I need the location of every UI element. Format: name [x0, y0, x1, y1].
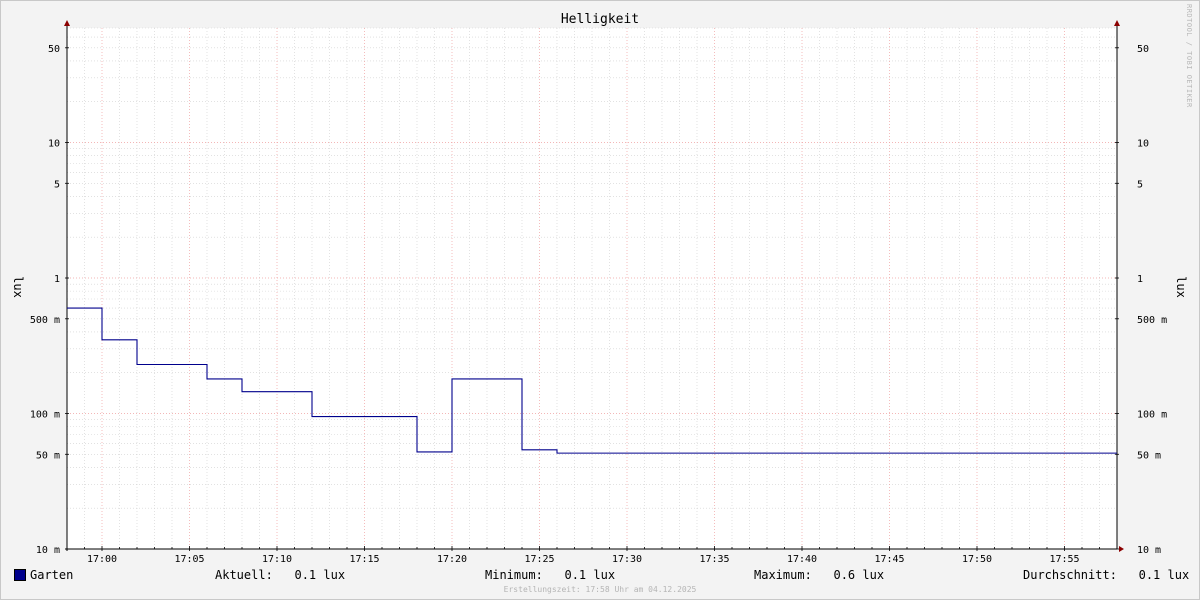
stat-current-label: Aktuell: — [215, 568, 273, 582]
y-axis-arrow-right — [1114, 20, 1120, 26]
y-tick-labels-right: 10 m 50 m 100 m 500 m 1 5 10 50 — [1137, 44, 1167, 556]
x-tick-labels: 17:00 17:05 17:10 17:15 17:20 17:25 17:30 17:35… — [87, 554, 1080, 565]
legend: Garten Aktuell: 0.1 lux Minimum: 0.1 lux… — [0, 568, 1200, 584]
chart-title: Helligkeit — [561, 12, 639, 27]
x-tick-label: 17:30 — [612, 554, 642, 565]
chart-canvas: 10 m 50 m 100 m 500 m 1 5 10 50 10 m 50 m 100 m 50… — [11, 12, 1188, 565]
y-tick-label-right: 50 — [1137, 44, 1149, 55]
y-tick-label-right: 1 — [1137, 274, 1143, 285]
x-tick-label: 17:55 — [1049, 554, 1079, 565]
x-tick-label: 17:40 — [787, 554, 817, 565]
y-tick-label-right: 50 m — [1137, 450, 1161, 461]
x-tick-label: 17:05 — [174, 554, 204, 565]
y-tick-label-left: 1 — [54, 274, 60, 285]
y-tick-labels-left: 10 m 50 m 100 m 500 m 1 5 10 50 — [30, 44, 60, 556]
y-tick-label-left: 50 m — [36, 450, 60, 461]
stat-average-value: 0.1 lux — [1138, 568, 1190, 582]
y-tick-label-right: 500 m — [1137, 315, 1167, 326]
y-tick-label-left: 50 — [48, 44, 60, 55]
y-tick-label-left: 100 m — [30, 410, 60, 421]
legend-series-name: Garten — [30, 568, 74, 582]
y-tick-label-right: 100 m — [1137, 410, 1167, 421]
stat-minimum-label: Minimum: — [485, 568, 543, 582]
x-tick-label: 17:50 — [962, 554, 992, 565]
stat-maximum-value: 0.6 lux — [833, 568, 885, 582]
y-tick-label-right: 10 — [1137, 139, 1149, 150]
x-tick-label: 17:45 — [874, 554, 904, 565]
x-tick-label: 17:25 — [524, 554, 554, 565]
y-tick-label-right: 10 m — [1137, 545, 1161, 556]
x-tick-label: 17:35 — [699, 554, 729, 565]
watermark: RRDTOOL / TOBI OETIKER — [1185, 4, 1193, 108]
x-tick-label: 17:10 — [262, 554, 292, 565]
x-tick-label: 17:20 — [437, 554, 467, 565]
y-tick-label-left: 10 — [48, 139, 60, 150]
stat-minimum-value: 0.1 lux — [564, 568, 616, 582]
y-tick-label-left: 500 m — [30, 315, 60, 326]
y-axis-arrow-left — [64, 20, 70, 26]
y-axis-label-right: lux — [1174, 276, 1188, 298]
stat-maximum: Maximum: 0.6 lux — [754, 568, 884, 582]
y-tick-label-right: 5 — [1137, 179, 1143, 190]
x-tick-label: 17:00 — [87, 554, 117, 565]
stat-current-value: 0.1 lux — [294, 568, 346, 582]
y-tick-label-left: 5 — [54, 179, 60, 190]
x-tick-label: 17:15 — [349, 554, 379, 565]
y-axis-label-left: lux — [11, 276, 25, 298]
stat-average-label: Durchschnitt: — [1023, 568, 1117, 582]
legend-swatch — [14, 569, 26, 581]
stat-maximum-label: Maximum: — [754, 568, 812, 582]
footer-timestamp: Erstellungszeit: 17:58 Uhr am 04.12.2025 — [503, 585, 697, 594]
stat-minimum: Minimum: 0.1 lux — [485, 568, 615, 582]
stat-average: Durchschnitt: 0.1 lux — [1023, 568, 1189, 582]
y-tick-label-left: 10 m — [36, 545, 60, 556]
stat-current: Aktuell: 0.1 lux — [215, 568, 345, 582]
x-axis-arrow — [1119, 546, 1124, 552]
